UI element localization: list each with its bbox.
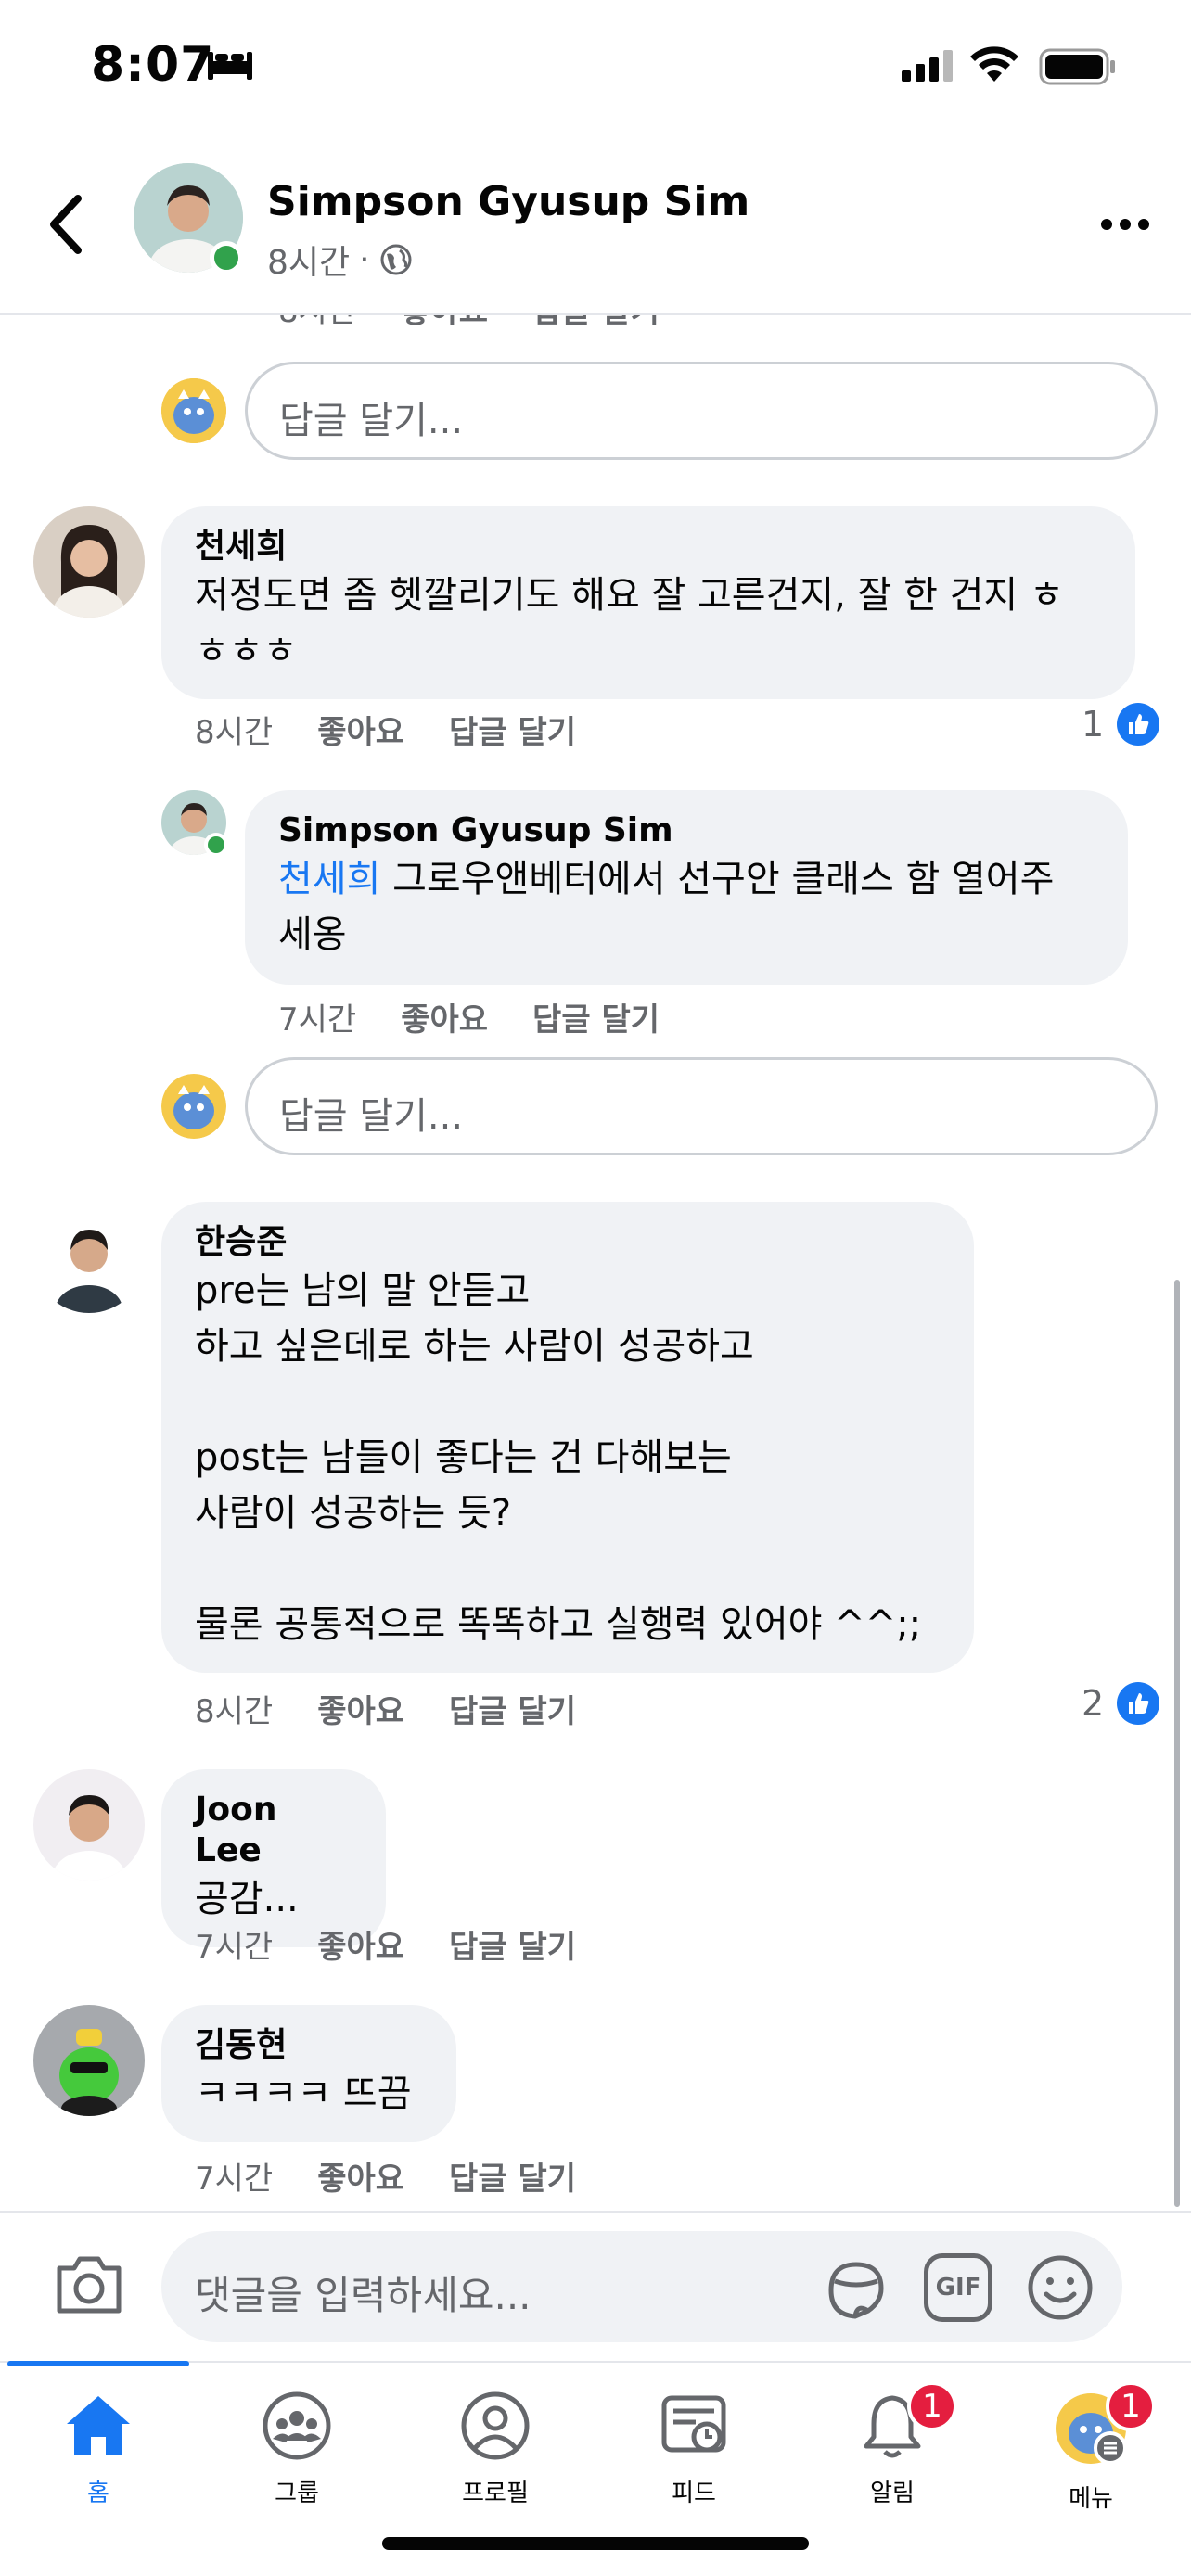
like-button[interactable]: 좋아요 <box>317 1686 404 1731</box>
meta-separator: · <box>359 240 370 279</box>
comment-text: 공감... <box>195 1878 299 1920</box>
tab-notifications[interactable]: 알림 1 <box>800 2381 985 2520</box>
commenter-avatar[interactable] <box>33 2005 145 2116</box>
my-avatar <box>161 1074 226 1139</box>
sticker-icon[interactable] <box>822 2253 890 2322</box>
like-button[interactable]: 좋아요 <box>317 1921 404 1967</box>
reply-button[interactable]: 답글 달기 <box>449 1921 576 1967</box>
tab-label: 메뉴 <box>1069 2485 1113 2513</box>
comment-text: pre는 남의 말 안듣고 하고 싶은데로 하는 사람이 성공하고 post는 … <box>195 1269 922 1646</box>
my-avatar <box>161 378 226 443</box>
post-header: Simpson Gyusup Sim 8시간 · <box>0 139 1191 315</box>
reaction-summary[interactable]: 1 <box>1082 703 1160 746</box>
like-button[interactable]: 좋아요 <box>317 2153 404 2199</box>
comment-actions: 8시간 좋아요 답글 달기 <box>195 1686 621 1731</box>
comments-list[interactable]: 8시간 좋아요 답글 달기 답글 달기... 천세희 저정도면 좀 헷깔리기도 … <box>0 315 1191 2211</box>
commenter-name[interactable]: 천세희 <box>195 527 1102 567</box>
tab-profile[interactable]: 프로필 <box>403 2391 588 2520</box>
camera-icon[interactable] <box>54 2251 124 2316</box>
commenter-name[interactable]: 김동현 <box>195 2025 423 2066</box>
home-icon <box>67 2396 130 2455</box>
online-status-indicator <box>204 833 228 857</box>
comment-time: 8시간 <box>278 315 356 331</box>
status-bar: 8:07 <box>0 0 1191 139</box>
scrollbar[interactable] <box>1174 1280 1180 2207</box>
reply-input[interactable]: 답글 달기... <box>245 1057 1158 1155</box>
comment-time: 8시간 <box>195 1693 274 1730</box>
reaction-count: 2 <box>1082 1683 1105 1724</box>
reply-button[interactable]: 답글 달기 <box>449 2153 576 2199</box>
comment-bubble[interactable]: 김동현 ㅋㅋㅋㅋ 뜨끔 <box>161 2005 456 2142</box>
commenter-name[interactable]: 한승준 <box>195 1222 941 1263</box>
status-time: 8:07 <box>91 37 215 93</box>
comment-text: 천세희 그로우앤베터에서 선구안 클래스 함 열어주 세옹 <box>278 851 1095 963</box>
commenter-name[interactable]: Simpson Gyusup Sim <box>278 810 1095 851</box>
commenter-avatar[interactable] <box>33 1202 145 1313</box>
home-indicator <box>382 2537 809 2550</box>
comment-actions: 8시간 좋아요 답글 달기 <box>278 315 704 331</box>
comment-time: 7시간 <box>278 1001 357 1039</box>
profile-icon <box>461 2391 530 2460</box>
gif-label: GIF <box>935 2274 981 2302</box>
tab-label: 프로필 <box>462 2480 529 2507</box>
comment-composer: 댓글을 입력하세요... GIF <box>0 2211 1191 2361</box>
reply-button[interactable]: 답글 달기 <box>532 315 660 331</box>
comment-time: 7시간 <box>195 2161 274 2198</box>
comment-actions: 7시간 좋아요 답글 달기 <box>278 994 704 1039</box>
tab-feed[interactable]: 피드 <box>601 2391 787 2520</box>
feed-icon <box>661 2395 726 2453</box>
tab-groups[interactable]: 그룹 <box>204 2391 390 2520</box>
comment-text: 저정도면 좀 헷깔리기도 해요 잘 고른건지, 잘 한 건지 ㅎ ㅎㅎㅎ <box>195 574 1064 672</box>
online-status-indicator <box>210 241 243 274</box>
reply-input[interactable]: 답글 달기... <box>245 362 1158 460</box>
battery-icon <box>1039 48 1115 85</box>
thumbs-up-icon <box>1117 1682 1160 1725</box>
author-name[interactable]: Simpson Gyusup Sim <box>267 178 749 225</box>
comment-actions: 7시간 좋아요 답글 달기 <box>195 1921 621 1967</box>
comment-text: ㅋㅋㅋㅋ 뜨끔 <box>195 2072 412 2115</box>
groups-icon <box>263 2391 331 2460</box>
more-options-icon[interactable] <box>1100 215 1150 234</box>
emoji-icon[interactable] <box>1026 2253 1095 2322</box>
active-tab-indicator <box>7 2361 189 2366</box>
post-time[interactable]: 8시간 <box>267 236 350 284</box>
cellular-signal-icon <box>902 50 953 82</box>
comment-bubble[interactable]: Simpson Gyusup Sim 천세희 그로우앤베터에서 선구안 클래스 … <box>245 790 1128 985</box>
commenter-name[interactable]: Joon Lee <box>195 1790 352 1871</box>
tab-home[interactable]: 홈 <box>6 2391 191 2520</box>
reply-text: 그로우앤베터에서 선구안 클래스 함 열어주 세옹 <box>278 858 1055 956</box>
tab-label: 알림 <box>870 2480 915 2507</box>
notification-badge: 1 <box>1106 2381 1156 2431</box>
like-button[interactable]: 좋아요 <box>401 994 488 1039</box>
reply-button[interactable]: 답글 달기 <box>449 1686 576 1731</box>
comment-time: 7시간 <box>195 1929 274 1966</box>
comment-bubble[interactable]: 한승준 pre는 남의 말 안듣고 하고 싶은데로 하는 사람이 성공하고 po… <box>161 1202 974 1673</box>
reaction-count: 1 <box>1082 704 1105 745</box>
tab-menu[interactable]: 메뉴 1 <box>998 2381 1184 2520</box>
sleep-mode-icon <box>208 52 252 80</box>
commenter-avatar[interactable] <box>33 506 145 618</box>
like-button[interactable]: 좋아요 <box>401 315 488 331</box>
gif-button[interactable]: GIF <box>924 2253 992 2322</box>
post-meta: 8시간 · <box>267 236 413 284</box>
tab-label: 홈 <box>87 2480 109 2507</box>
commenter-avatar[interactable] <box>33 1769 145 1881</box>
reply-button[interactable]: 답글 달기 <box>532 994 660 1039</box>
comment-time: 8시간 <box>195 714 274 751</box>
mention-link[interactable]: 천세희 <box>278 858 380 900</box>
globe-icon <box>380 244 412 275</box>
back-button[interactable] <box>41 191 93 258</box>
reaction-summary[interactable]: 2 <box>1082 1682 1160 1725</box>
comment-actions: 7시간 좋아요 답글 달기 <box>195 2153 621 2199</box>
notification-badge: 1 <box>907 2381 957 2431</box>
comment-bubble[interactable]: 천세희 저정도면 좀 헷깔리기도 해요 잘 고른건지, 잘 한 건지 ㅎ ㅎㅎㅎ <box>161 506 1135 699</box>
tab-label: 그룹 <box>275 2480 319 2507</box>
thumbs-up-icon <box>1117 703 1160 746</box>
reply-button[interactable]: 답글 달기 <box>449 707 576 752</box>
comment-actions: 8시간 좋아요 답글 달기 <box>195 707 621 752</box>
like-button[interactable]: 좋아요 <box>317 707 404 752</box>
tab-label: 피드 <box>672 2480 716 2507</box>
wifi-icon <box>970 46 1018 82</box>
